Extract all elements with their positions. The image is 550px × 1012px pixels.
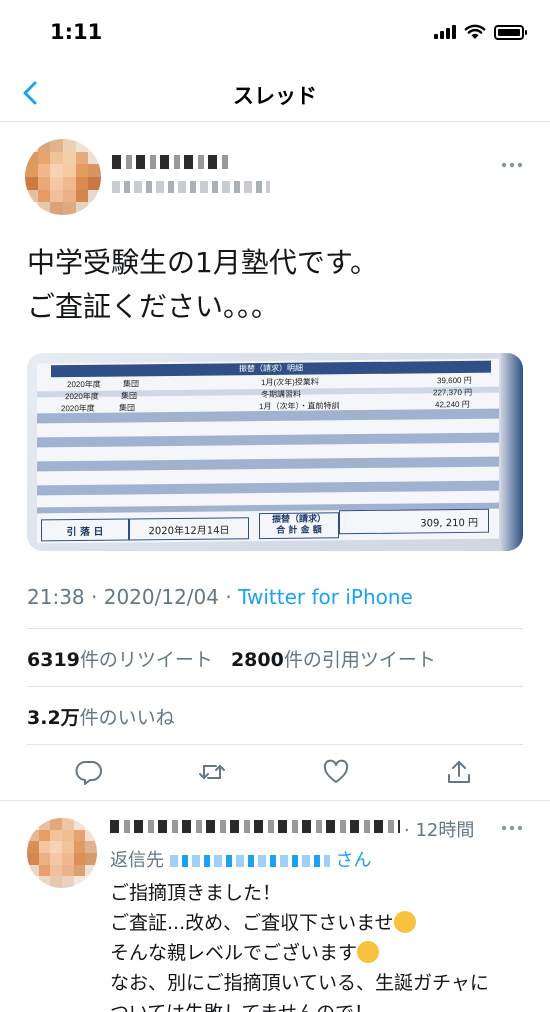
reply-icon[interactable] xyxy=(75,758,103,786)
invoice-item: 冬期講習料 xyxy=(261,389,301,400)
redacted-handle xyxy=(112,181,270,193)
divider xyxy=(27,686,523,687)
debit-date: 2020年12月14日 xyxy=(129,517,249,541)
tweet-text-line: 中学受験生の1月塾代です。 xyxy=(27,246,379,279)
divider xyxy=(0,800,550,801)
tweet-image[interactable]: 振替（請求）明細 2020年度 集団 1月(次年)授業料 39,600 円 20… xyxy=(27,353,523,551)
redacted-display-name xyxy=(110,820,400,833)
avatar[interactable] xyxy=(25,139,101,215)
divider xyxy=(27,744,523,745)
invoice-type: 集団 xyxy=(119,403,135,413)
reply-line: ついては失敗してませんので！ xyxy=(110,998,530,1012)
total-amount: 309, 210 円 xyxy=(339,508,489,535)
nav-bar: スレッド xyxy=(0,64,550,122)
tweet-date: 2020/12/04 xyxy=(103,585,219,609)
like-icon[interactable] xyxy=(322,758,350,786)
status-bar: 1:11 xyxy=(0,0,550,64)
likes-stat[interactable]: 3.2万件のいいね xyxy=(27,707,175,729)
retweets-stat[interactable]: 6319件のリツイート xyxy=(27,649,213,671)
total-label: 振替（請求） 合 計 金 額 xyxy=(259,512,339,540)
invoice-item: 1月（次年）・直前特訓 xyxy=(259,401,340,412)
invoice-header: 振替（請求）明細 xyxy=(51,360,491,378)
signal-icon xyxy=(434,25,456,39)
redacted-display-name xyxy=(112,155,230,169)
reply-to: 返信先 さん xyxy=(110,850,372,871)
wifi-icon xyxy=(464,24,486,39)
invoice-year: 2020年度 xyxy=(67,379,101,390)
reply-line: なお、別にご指摘頂いている、生誕ガチャに xyxy=(110,972,489,994)
invoice-year: 2020年度 xyxy=(61,403,95,414)
avatar[interactable] xyxy=(27,818,97,888)
more-icon[interactable] xyxy=(500,824,524,832)
debit-label: 引 落 日 xyxy=(41,518,129,542)
redacted-mention[interactable] xyxy=(169,855,330,867)
reply-line: ご査証...改め、ご査収下さいませ xyxy=(110,908,530,938)
tweet-client-link[interactable]: Twitter for iPhone xyxy=(238,585,413,609)
reply-line: ご指摘頂きました！ xyxy=(110,882,282,904)
more-icon[interactable] xyxy=(500,161,524,169)
shushing-face-emoji-icon xyxy=(357,941,380,963)
likes-row: 3.2万件のいいね xyxy=(27,703,175,730)
invoice-amount: 42,240 円 xyxy=(435,399,470,410)
status-icons xyxy=(434,24,527,40)
tweet-time: 21:38 xyxy=(27,585,85,609)
divider xyxy=(27,628,523,629)
status-time: 1:11 xyxy=(50,20,103,44)
invoice-sheet: 振替（請求）明細 2020年度 集団 1月(次年)授業料 39,600 円 20… xyxy=(37,358,499,544)
reply-text: ご指摘頂きました！ ご査証...改め、ご査収下さいませ そんな親レベルでございま… xyxy=(110,878,530,1012)
invoice-amount: 227,370 円 xyxy=(433,387,473,398)
share-icon[interactable] xyxy=(445,758,473,786)
tweet-text: 中学受験生の1月塾代です。 ご査証ください。。。 xyxy=(27,241,527,329)
reply-tweet[interactable]: · 12時間 返信先 さん ご指摘頂きました！ ご査証...改め、ご査収下さいま… xyxy=(0,802,550,1012)
page-title: スレッド xyxy=(233,84,317,108)
invoice-type: 集団 xyxy=(123,379,139,389)
reply-time: · 12時間 xyxy=(404,820,475,841)
tweet-text-line: ご査証ください。。。 xyxy=(27,290,280,323)
quotes-stat[interactable]: 2800件の引用ツイート xyxy=(231,649,436,671)
invoice-item: 1月(次年)授業料 xyxy=(261,377,319,388)
battery-icon xyxy=(494,24,527,40)
stats-row: 6319件のリツイート 2800件の引用ツイート xyxy=(27,645,436,672)
invoice-year: 2020年度 xyxy=(65,391,99,402)
grinning-sweat-emoji-icon xyxy=(393,911,416,933)
tweet-meta: 21:38 · 2020/12/04 · Twitter for iPhone xyxy=(27,585,413,609)
retweet-icon[interactable] xyxy=(198,758,226,786)
reply-line: そんな親レベルでございます xyxy=(110,938,530,968)
invoice-type: 集団 xyxy=(121,391,137,401)
invoice-amount: 39,600 円 xyxy=(437,375,472,386)
